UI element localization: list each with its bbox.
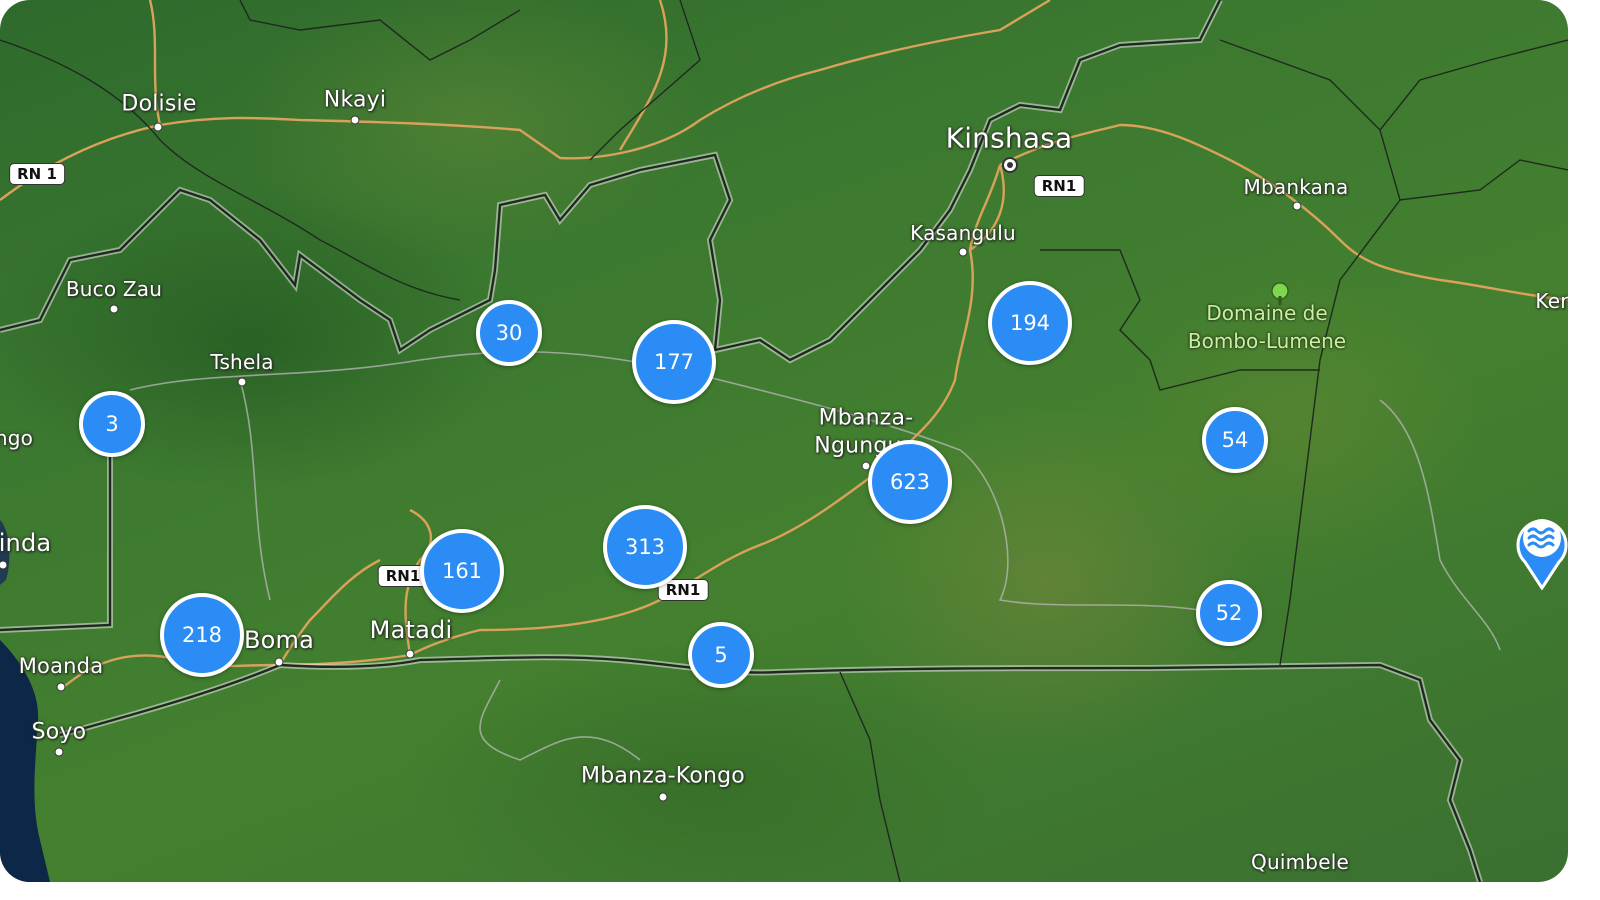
cluster-marker[interactable]: 161 [420, 529, 504, 613]
place-label-boma: Boma [243, 626, 315, 654]
cluster-marker[interactable]: 313 [603, 505, 687, 589]
city-dot [274, 657, 284, 667]
place-label-mbanza-kongo: Mbanza-Kongo [581, 763, 745, 789]
map-canvas[interactable]: Dolisie Nkayi Kinshasa Mbankana Kasangul… [0, 0, 1568, 882]
cluster-marker[interactable]: 52 [1196, 580, 1262, 646]
place-label-nkayi: Nkayi [323, 87, 387, 113]
city-dot [1292, 201, 1302, 211]
road-shield: RN 1 [9, 163, 65, 185]
cluster-marker[interactable]: 5 [688, 622, 754, 688]
cluster-marker[interactable]: 218 [160, 593, 244, 677]
place-label-partial-left-2: inda [0, 529, 52, 557]
city-dot [405, 649, 415, 659]
place-label-partial-right: Ker [1535, 289, 1568, 313]
place-label-kasangulu: Kasangulu [910, 221, 1016, 245]
place-label-quimbele: Quimbele [1251, 850, 1349, 874]
city-dot [54, 747, 64, 757]
place-label-soyo: Soyo [31, 719, 87, 745]
place-label-mbanza-ngungu: Mbanza- [818, 405, 914, 431]
road-shield: RN1 [1033, 175, 1085, 197]
city-dot [350, 115, 360, 125]
park-label-line1: Domaine de [1206, 301, 1328, 325]
cluster-marker[interactable]: 177 [632, 320, 716, 404]
place-label-kinshasa: Kinshasa [945, 121, 1073, 155]
place-label-buco-zau: Buco Zau [65, 277, 163, 301]
place-label-mbankana: Mbankana [1243, 175, 1349, 199]
water-waves-icon [1516, 519, 1568, 590]
city-dot [153, 122, 163, 132]
park-label-line2: Bombo-Lumene [1187, 329, 1347, 353]
place-label-moanda: Moanda [18, 654, 104, 678]
city-dot [958, 247, 968, 257]
city-dot [56, 682, 66, 692]
place-label-dolisie: Dolisie [121, 91, 197, 117]
map-overlay [0, 0, 1568, 882]
city-dot [109, 304, 119, 314]
city-dot [658, 792, 668, 802]
cluster-marker[interactable]: 30 [476, 300, 542, 366]
place-label-matadi: Matadi [369, 616, 453, 644]
place-label-partial-left: ngo [0, 426, 34, 450]
park-label: Domaine de Bombo-Lumene [1188, 299, 1346, 355]
cluster-marker[interactable]: 623 [868, 440, 952, 524]
cluster-marker[interactable]: 194 [988, 281, 1072, 365]
cluster-marker[interactable]: 54 [1202, 407, 1268, 473]
city-dot [237, 377, 247, 387]
place-label-tshela: Tshela [210, 350, 274, 374]
capital-marker [1002, 157, 1018, 173]
cluster-marker[interactable]: 3 [79, 391, 145, 457]
